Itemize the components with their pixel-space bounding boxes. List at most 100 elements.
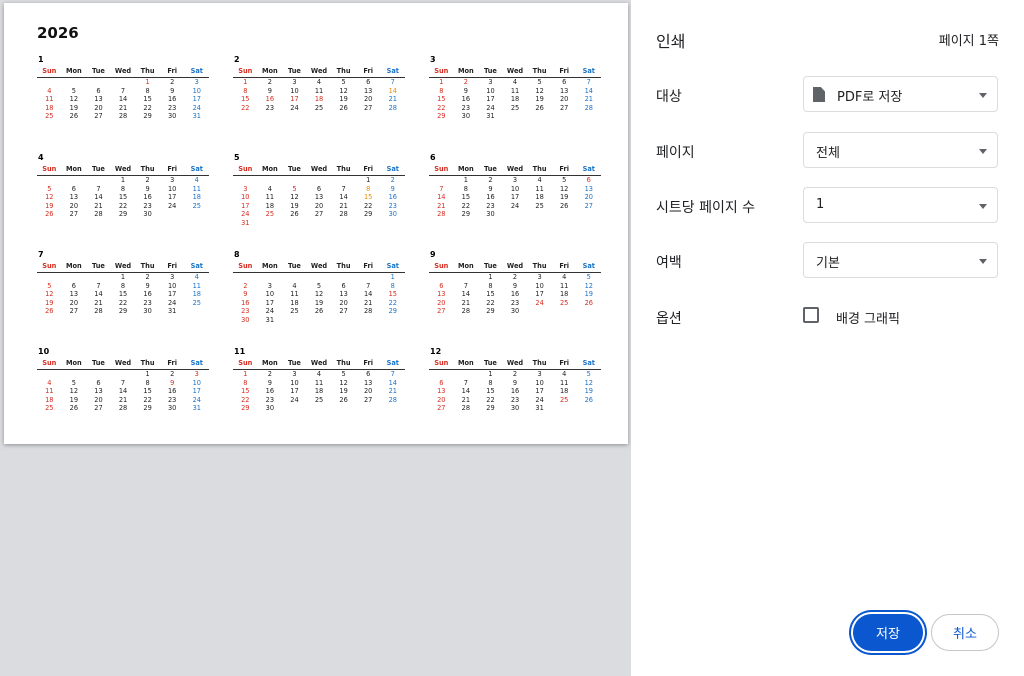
day-cell: 23	[265, 395, 275, 404]
week-row: 14 15 16 17 18 19 20	[429, 193, 601, 202]
weekday-label: Sat	[386, 262, 399, 270]
day-cell: 20	[363, 95, 373, 104]
day-cell: 14	[94, 290, 103, 299]
week-row: 21 22 23 24 25 26 27	[429, 202, 601, 211]
day-cell: 17	[265, 298, 275, 307]
day-cell: 13	[363, 378, 373, 387]
day-cell: 19	[45, 201, 54, 210]
day-cell: 19	[584, 387, 593, 396]
weekday-header: Sun Mon Tue Wed Thu Fri Sat	[37, 261, 209, 273]
destination-label: 대상	[656, 89, 682, 105]
day-cell: 28	[118, 404, 128, 413]
day-cell: 7	[366, 281, 371, 290]
day-cell: 8	[366, 184, 371, 193]
day-cell: 3	[537, 273, 542, 281]
weekday-label: Fri	[559, 359, 569, 367]
day-cell	[111, 370, 136, 379]
day-cell	[380, 219, 405, 228]
month-1: 1 Sun Mon Tue Wed Thu Fri Sat 1 2 3 4 5 6 7 8 9 10 11 12 13 1…	[37, 55, 209, 121]
day-cell: 1	[488, 273, 493, 281]
weekday-header: Sun Mon Tue Wed Thu Fri Sat	[429, 66, 601, 78]
weekday-label: Sun	[42, 67, 57, 75]
day-cell: 20	[559, 95, 569, 104]
day-cell: 31	[192, 112, 201, 121]
month-label: 2	[234, 55, 240, 64]
day-cell: 7	[120, 86, 126, 95]
day-cell: 30	[241, 315, 250, 324]
caret-down-icon	[979, 93, 987, 98]
day-cell	[380, 404, 405, 413]
day-cell: 18	[192, 193, 201, 202]
page-count: 페이지 1쪽	[938, 34, 999, 49]
destination-select[interactable]: PDF로 저장	[803, 76, 998, 112]
weekday-label: Thu	[532, 262, 547, 270]
day-cell: 11	[535, 184, 544, 193]
day-cell: 29	[437, 112, 446, 121]
day-cell: 28	[94, 307, 103, 316]
day-cell: 19	[535, 95, 544, 104]
day-cell: 18	[559, 290, 569, 299]
day-cell: 7	[463, 281, 468, 290]
background-graphics-checkbox[interactable]	[803, 307, 819, 323]
day-cell: 4	[267, 184, 272, 193]
month-label: 4	[38, 153, 44, 162]
pages-select[interactable]: 전체	[803, 132, 998, 168]
day-cell: 7	[390, 370, 395, 378]
day-cell: 9	[145, 184, 150, 193]
day-cell: 4	[562, 370, 567, 378]
day-cell: 25	[192, 201, 201, 210]
day-cell: 13	[314, 193, 324, 202]
day-cell: 7	[120, 378, 126, 387]
week-row: 1 2 3	[37, 78, 209, 87]
day-cell: 25	[265, 210, 275, 219]
day-cell: 11	[192, 281, 201, 290]
day-cell: 10	[510, 184, 520, 193]
week-row: 13 14 15 16 17 18 19	[429, 290, 601, 299]
options-label: 옵션	[656, 311, 682, 327]
day-cell: 3	[170, 273, 175, 281]
month-3: 3 Sun Mon Tue Wed Thu Fri Sat 1 2 3 4 5 6 7 8 9 10 11 12 13 1…	[429, 55, 601, 121]
day-cell: 23	[486, 201, 495, 210]
day-cell: 14	[461, 290, 471, 299]
cancel-button[interactable]: 취소	[931, 614, 999, 651]
day-cell: 26	[584, 298, 593, 307]
margins-select[interactable]: 기본	[803, 242, 998, 278]
month-9: 9 Sun Mon Tue Wed Thu Fri Sat 1 2 3 4 5 6 7 8 9 10 11 12 13 1…	[429, 250, 601, 316]
day-cell: 8	[145, 86, 150, 95]
day-cell: 10	[167, 281, 177, 290]
save-button[interactable]: 저장	[853, 614, 923, 651]
day-cell: 2	[145, 273, 150, 281]
day-cell	[429, 370, 454, 379]
day-cell: 7	[586, 78, 591, 86]
day-cell: 6	[366, 370, 371, 378]
day-cell	[527, 112, 552, 121]
background-graphics-label[interactable]: 배경 그래픽	[836, 308, 900, 327]
day-cell: 20	[437, 298, 446, 307]
panel-title: 인쇄	[656, 32, 686, 51]
weekday-label: Wed	[506, 67, 524, 75]
day-cell: 28	[118, 112, 128, 121]
day-cell: 8	[488, 281, 493, 290]
day-cell: 18	[314, 95, 324, 104]
weekday-label: Fri	[167, 262, 177, 270]
day-cell: 28	[584, 103, 593, 112]
day-cell: 16	[167, 95, 177, 104]
day-cell: 13	[363, 86, 373, 95]
week-row: 28 29 30	[429, 210, 601, 219]
day-cell: 19	[45, 298, 54, 307]
weekday-label: Thu	[140, 67, 155, 75]
day-cell: 17	[192, 95, 201, 104]
day-cell: 5	[537, 78, 542, 86]
per-sheet-select[interactable]: 1	[803, 187, 998, 223]
day-cell: 21	[339, 201, 348, 210]
day-cell: 5	[586, 370, 591, 378]
day-cell	[527, 307, 552, 316]
day-cell: 16	[167, 387, 177, 396]
print-settings-panel: 인쇄 페이지 1쪽 대상 PDF로 저장 페이지 전체 시트당 페이지 수 1 …	[631, 0, 1024, 676]
day-cell: 30	[461, 112, 471, 121]
day-cell: 2	[512, 273, 518, 281]
day-cell: 30	[388, 210, 397, 219]
day-cell	[331, 176, 356, 185]
day-cell: 21	[363, 298, 373, 307]
day-cell: 26	[45, 210, 54, 219]
